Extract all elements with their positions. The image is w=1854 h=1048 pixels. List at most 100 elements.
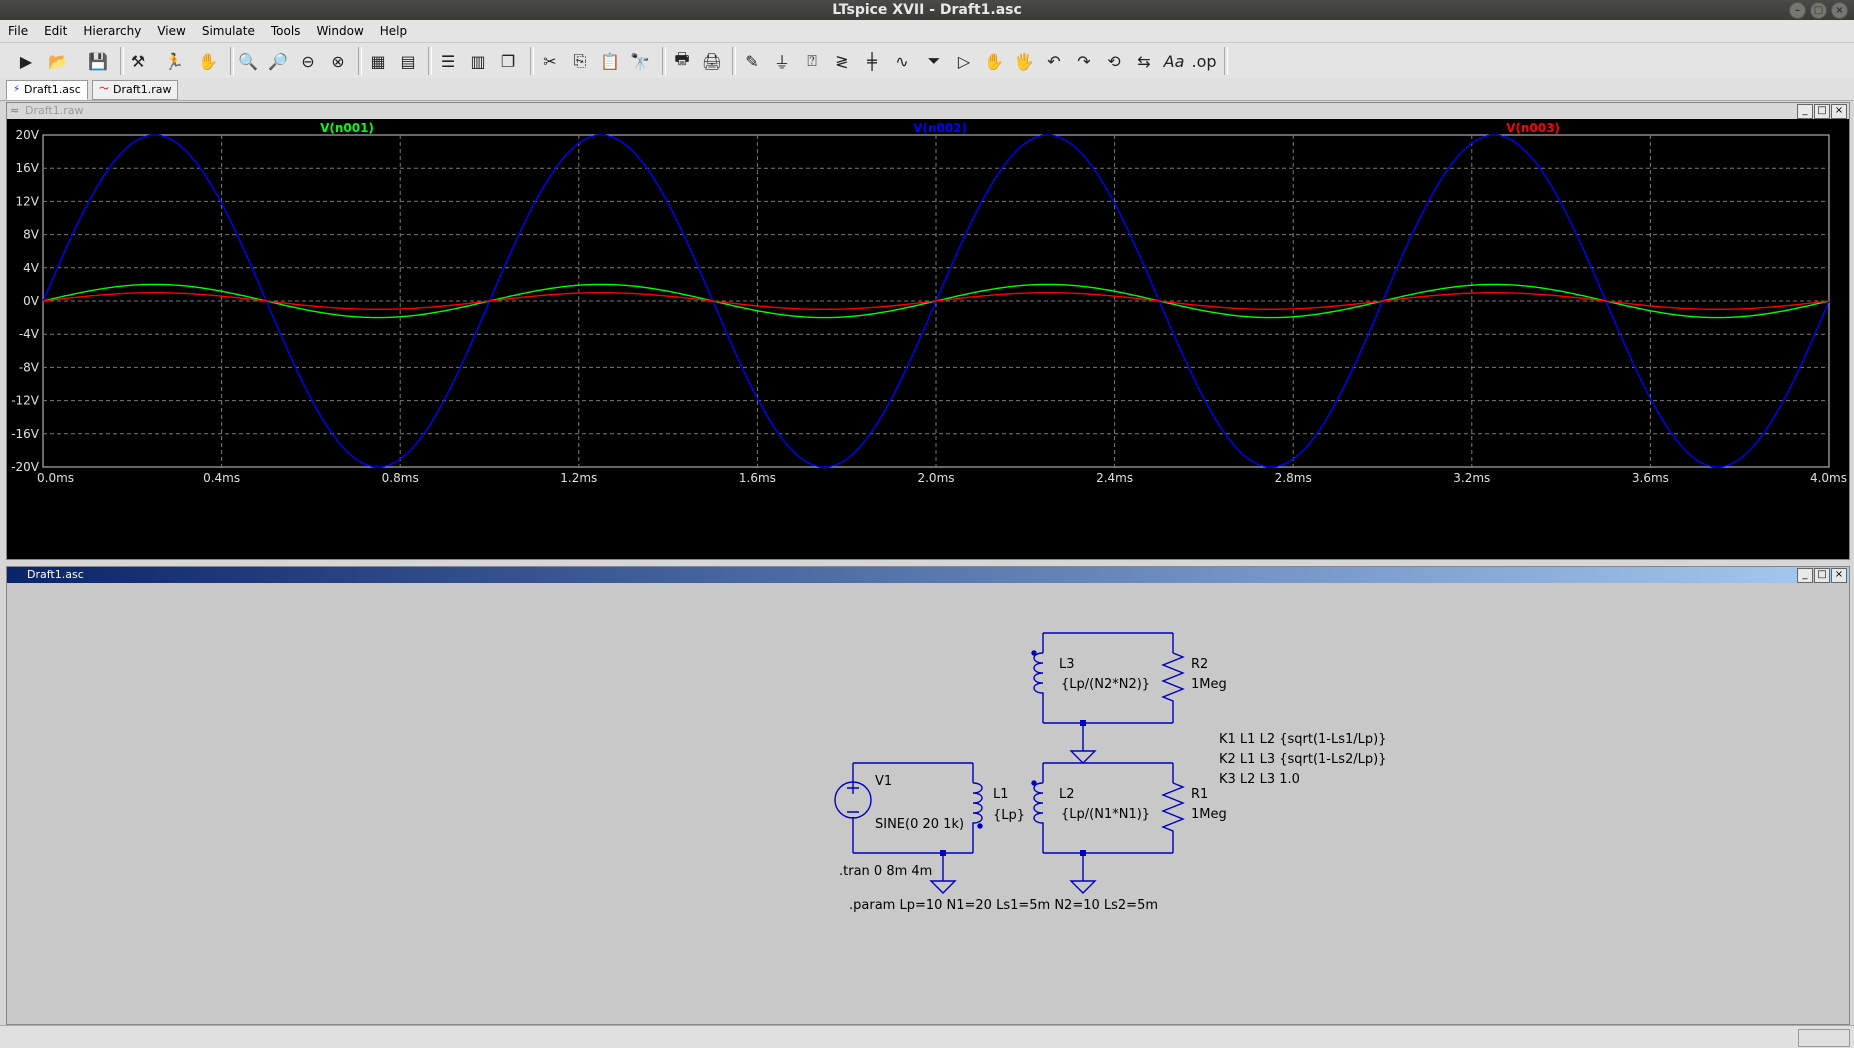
waveform-pane-title: Draft1.raw	[25, 104, 84, 117]
pane-close-button[interactable]: ×	[1831, 568, 1847, 583]
y-tick-label: -16V	[11, 427, 40, 441]
tile-horizontal-icon[interactable]: ☰	[436, 49, 460, 73]
v1-name-label[interactable]: V1	[875, 774, 892, 789]
waveform-viewer-pane: ≈ Draft1.raw _ □ × 20V 16V 12V 8V 4V 0V -4V -8V…	[6, 102, 1850, 560]
component-icon[interactable]: ▷	[952, 49, 976, 73]
menu-help[interactable]: Help	[372, 24, 415, 38]
x-tick-label: 2.8ms	[1275, 471, 1312, 485]
print-icon[interactable]: 🖶	[670, 49, 694, 73]
trace-label-vn001[interactable]: V(n001)	[320, 121, 374, 135]
open-icon[interactable]: 📂	[46, 49, 70, 73]
diode-icon[interactable]: ⏷	[922, 49, 946, 73]
coupling-k1-directive[interactable]: K1 L1 L2 {sqrt(1-Ls1/Lp)}	[1219, 732, 1387, 747]
inductor-icon[interactable]: ∿	[890, 49, 914, 73]
close-window-button[interactable]: ×	[1831, 2, 1848, 19]
waveform-plot[interactable]: 20V 16V 12V 8V 4V 0V -4V -8V -12V -16V -20V0.0ms 0.…	[7, 119, 1849, 559]
x-tick-label: 2.4ms	[1096, 471, 1133, 485]
ground-icon[interactable]: ⏚	[770, 49, 794, 73]
cascade-icon[interactable]: ❐	[496, 49, 520, 73]
x-tick-label: 3.6ms	[1632, 471, 1669, 485]
text-icon[interactable]: Aa	[1162, 49, 1186, 73]
undo-icon[interactable]: ↶	[1042, 49, 1066, 73]
inductor-l2-symbol[interactable]	[1033, 782, 1044, 833]
y-tick-label: -12V	[11, 394, 40, 408]
schematic-editor-pane: Draft1.asc _ □ × L3 {Lp/(N2*N2)} R2 1Meg…	[6, 566, 1850, 1025]
x-tick-label: 0.4ms	[203, 471, 240, 485]
autorange-icon[interactable]: ▦	[366, 49, 390, 73]
resistor-r1-symbol[interactable]	[1161, 782, 1185, 833]
tab-draft1-asc[interactable]: ⚡ Draft1.asc	[6, 80, 88, 100]
y-tick-label: 20V	[16, 128, 40, 142]
tile-vertical-icon[interactable]: ▥	[466, 49, 490, 73]
pan-icon[interactable]: 🔎	[266, 49, 290, 73]
menu-file[interactable]: File	[0, 24, 36, 38]
menu-hierarchy[interactable]: Hierarchy	[75, 24, 149, 38]
rotate-icon[interactable]: ⟲	[1102, 49, 1126, 73]
capacitor-icon[interactable]: ╪	[860, 49, 884, 73]
menu-simulate[interactable]: Simulate	[194, 24, 263, 38]
zoom-in-icon[interactable]: 🔍	[236, 49, 260, 73]
schematic-pane-title-bar: Draft1.asc _ □ ×	[7, 567, 1849, 583]
toolbar-separator	[732, 47, 736, 75]
coupling-k2-directive[interactable]: K2 L1 L3 {sqrt(1-Ls2/Lp)}	[1219, 752, 1387, 767]
v1-value-label[interactable]: SINE(0 20 1k)	[875, 817, 964, 832]
l3-value-label[interactable]: {Lp/(N2*N2)}	[1061, 677, 1150, 692]
find-icon[interactable]: 🔭	[628, 49, 652, 73]
cut-icon[interactable]: ✂	[538, 49, 562, 73]
menu-tools[interactable]: Tools	[263, 24, 309, 38]
tran-directive[interactable]: .tran 0 8m 4m	[839, 864, 932, 879]
trace-label-vn003[interactable]: V(n003)	[1506, 121, 1560, 135]
coupling-k3-directive[interactable]: K3 L2 L3 1.0	[1219, 772, 1300, 787]
r1-value-label[interactable]: 1Meg	[1191, 807, 1227, 822]
y-tick-label: -8V	[19, 360, 40, 374]
window-title: LTspice XVII - Draft1.asc	[832, 2, 1022, 18]
drag-icon[interactable]: 🖐	[1012, 49, 1036, 73]
l1-name-label[interactable]: L1	[993, 787, 1009, 802]
x-tick-label: 2.0ms	[917, 471, 954, 485]
menu-view[interactable]: View	[149, 24, 193, 38]
move-icon[interactable]: ✋	[982, 49, 1006, 73]
pane-restore-button[interactable]: □	[1814, 568, 1830, 583]
mirror-icon[interactable]: ⇆	[1132, 49, 1156, 73]
pane-minimize-button[interactable]: _	[1797, 104, 1813, 119]
tab-draft1-raw[interactable]: 〜 Draft1.raw	[92, 80, 179, 100]
waveform-icon: 〜	[99, 84, 109, 95]
print-setup-icon[interactable]: 🖨	[700, 49, 724, 73]
toolbar-separator	[530, 47, 534, 75]
resistor-icon[interactable]: ≷	[830, 49, 854, 73]
resistor-r2-symbol[interactable]	[1161, 652, 1185, 703]
pane-minimize-button[interactable]: _	[1797, 568, 1813, 583]
r2-value-label[interactable]: 1Meg	[1191, 677, 1227, 692]
label-net-icon[interactable]: ⍰	[800, 49, 824, 73]
menu-window[interactable]: Window	[308, 24, 371, 38]
menu-edit[interactable]: Edit	[36, 24, 75, 38]
maximize-window-button[interactable]: □	[1810, 2, 1827, 19]
minimize-window-button[interactable]: –	[1789, 2, 1806, 19]
l2-value-label[interactable]: {Lp/(N1*N1)}	[1061, 807, 1150, 822]
zoom-out-icon[interactable]: ⊖	[296, 49, 320, 73]
pane-restore-button[interactable]: □	[1814, 104, 1830, 119]
trace-label-vn002[interactable]: V(n002)	[913, 121, 967, 135]
control-panel-icon[interactable]: ⚒	[126, 49, 150, 73]
copy-icon[interactable]: ⎘	[568, 49, 592, 73]
run-icon[interactable]: ▶	[14, 49, 38, 73]
y-tick-label: 0V	[23, 294, 40, 308]
grid-icon[interactable]: ▤	[396, 49, 420, 73]
halt-icon[interactable]: ✋	[196, 49, 220, 73]
run-simulation-icon[interactable]: 🏃	[162, 49, 186, 73]
r1-name-label[interactable]: R1	[1191, 787, 1208, 802]
redo-icon[interactable]: ↷	[1072, 49, 1096, 73]
l2-name-label[interactable]: L2	[1059, 787, 1075, 802]
draw-wire-icon[interactable]: ✎	[740, 49, 764, 73]
l1-value-label[interactable]: {Lp}	[993, 808, 1025, 823]
schematic-canvas[interactable]: L3 {Lp/(N2*N2)} R2 1Meg L2 {Lp/(N1*N1)} …	[7, 583, 1849, 1023]
save-icon[interactable]: 💾	[86, 49, 110, 73]
spice-directive-icon[interactable]: .op	[1191, 49, 1216, 73]
pane-close-button[interactable]: ×	[1831, 104, 1847, 119]
paste-icon[interactable]: 📋	[598, 49, 622, 73]
inductor-l3-symbol[interactable]	[1033, 652, 1044, 703]
zoom-fit-icon[interactable]: ⊗	[326, 49, 350, 73]
l3-name-label[interactable]: L3	[1059, 657, 1075, 672]
param-directive[interactable]: .param Lp=10 N1=20 Ls1=5m N2=10 Ls2=5m	[849, 898, 1158, 913]
r2-name-label[interactable]: R2	[1191, 657, 1208, 672]
